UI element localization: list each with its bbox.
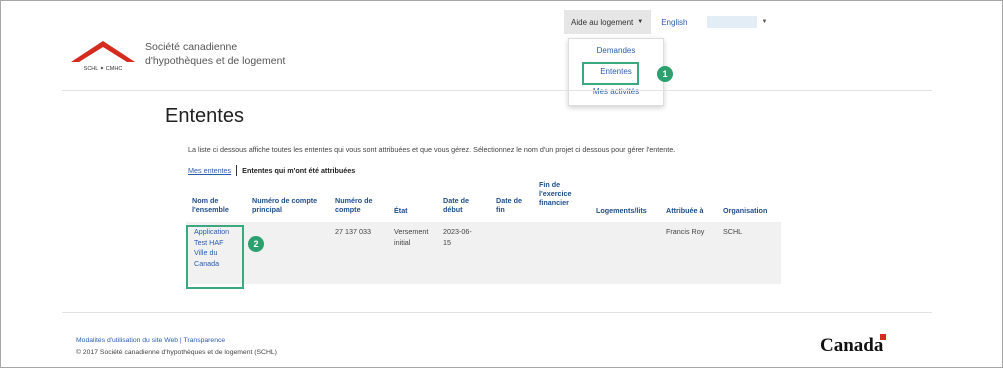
canada-wordmark: Canada xyxy=(820,335,884,356)
organization-name-line2: d'hypothèques et de logement xyxy=(145,55,286,67)
cell-date-debut-line: 2023-06- xyxy=(443,227,472,236)
footer-divider xyxy=(62,312,932,313)
cell-etat: Versement initial xyxy=(394,227,428,248)
column-header-compte-principal[interactable]: Numéro de compte principal xyxy=(252,196,327,214)
column-header-nom[interactable]: Nom de l'ensemble xyxy=(192,196,242,214)
page-title: Ententes xyxy=(165,105,244,127)
organization-name: Société canadienne d'hypothèques et de l… xyxy=(145,40,285,68)
column-header-etat[interactable]: État xyxy=(394,206,424,215)
cell-date-debut-line: 15 xyxy=(443,237,451,247)
cell-attribuee: Francis Roy xyxy=(666,227,705,236)
language-toggle-link[interactable]: English xyxy=(661,18,687,27)
footer-copyright: © 2017 Société canadienne d'hypothèques … xyxy=(76,349,277,356)
column-header-date-fin[interactable]: Date de fin xyxy=(496,196,528,214)
user-menu-redacted[interactable] xyxy=(707,16,758,28)
menu-item-demandes[interactable]: Demandes xyxy=(569,46,663,55)
cell-organisation: SCHL xyxy=(723,227,743,236)
header-divider xyxy=(62,90,932,91)
cell-etat-line: initial xyxy=(394,237,411,247)
column-header-logements[interactable]: Logements/lits xyxy=(596,206,662,215)
callout-badge-1: 1 xyxy=(657,66,673,82)
aide-au-logement-label: Aide au logement xyxy=(571,17,634,27)
organization-name-line1: Société canadienne xyxy=(145,41,238,53)
cell-numero-compte: 27 137 033 xyxy=(335,227,371,236)
tab-ententes-attribuees[interactable]: Ententes qui m'ont été attribuées xyxy=(242,166,355,175)
menu-item-mes-activites[interactable]: Mes activités xyxy=(569,87,663,96)
column-header-attribuee[interactable]: Attribuée à xyxy=(666,206,716,215)
tab-mes-ententes[interactable]: Mes ententes xyxy=(188,166,231,175)
column-header-compte[interactable]: Numéro de compte xyxy=(335,196,380,214)
intro-text: La liste ci dessous affiche toutes les e… xyxy=(188,145,676,154)
footer-links[interactable]: Modalités d'utilisation du site Web | Tr… xyxy=(76,337,225,344)
cell-date-debut: 2023-06- 15 xyxy=(443,227,472,248)
caret-down-icon: ▼ xyxy=(761,19,768,25)
logo-wordmark: SCHL ✦ CMHC xyxy=(84,65,123,72)
highlight-box-project xyxy=(186,225,244,289)
tab-divider xyxy=(236,165,238,176)
column-header-date-debut[interactable]: Date de début xyxy=(443,196,483,214)
column-header-fin-exercice[interactable]: Fin de l'exercice financier xyxy=(539,180,589,207)
caret-down-icon: ▼ xyxy=(637,19,644,25)
canada-flag-icon xyxy=(880,334,886,340)
schl-logo-icon: SCHL ✦ CMHC xyxy=(67,41,139,72)
agreement-tabs: Mes ententes Ententes qui m'ont été attr… xyxy=(188,165,355,176)
aide-au-logement-menu[interactable]: Aide au logement ▼ xyxy=(564,10,652,34)
highlight-box-ententes xyxy=(582,62,639,85)
cell-etat-line: Versement xyxy=(394,227,429,236)
column-header-organisation[interactable]: Organisation xyxy=(723,206,781,215)
callout-badge-2: 2 xyxy=(248,236,264,252)
top-navigation: Aide au logement ▼ English ▼ xyxy=(564,10,767,34)
